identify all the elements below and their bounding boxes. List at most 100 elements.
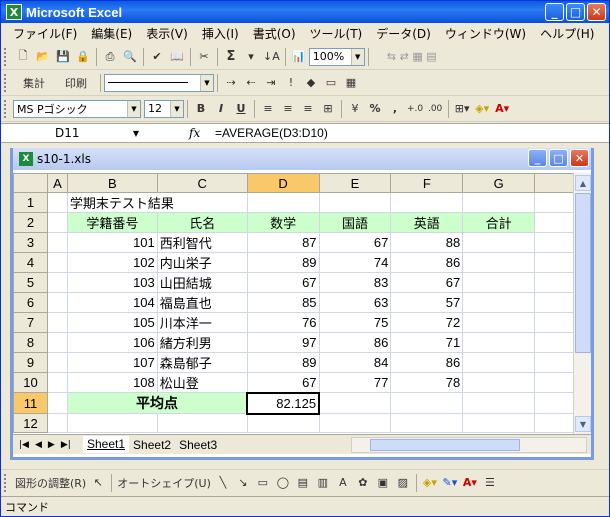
menu-insert[interactable]: 挿入(I) (196, 25, 247, 42)
column-header[interactable] (534, 173, 575, 193)
merge-center-icon[interactable]: ⊞ (318, 99, 338, 119)
font-color-icon[interactable]: A▾ (460, 473, 480, 493)
font-color-icon[interactable]: A▾ (492, 99, 512, 119)
student-name-cell[interactable]: 森島郁子 (156, 352, 248, 373)
column-header[interactable]: A (46, 173, 68, 193)
clipart-icon[interactable]: ▣ (373, 473, 393, 493)
math-score-cell[interactable]: 97 (246, 332, 320, 353)
student-id-cell[interactable]: 107 (66, 352, 158, 373)
cell[interactable] (462, 413, 536, 433)
cell[interactable] (390, 413, 464, 433)
maximize-button[interactable]: □ (566, 3, 585, 21)
total-cell[interactable] (462, 312, 536, 333)
cell[interactable] (534, 272, 575, 293)
close-button[interactable]: ✕ (587, 3, 606, 21)
toolbar-grip[interactable] (4, 73, 10, 92)
align-center-icon[interactable]: ≡ (278, 99, 298, 119)
scroll-thumb[interactable] (370, 439, 520, 451)
cell[interactable] (46, 352, 68, 373)
print-icon[interactable]: ⎙ (100, 47, 120, 67)
menu-window[interactable]: ウィンドウ(W) (439, 25, 534, 42)
toolbar-grip[interactable] (4, 99, 10, 118)
total-button[interactable]: 集計 (13, 73, 55, 93)
header-total[interactable]: 合計 (462, 212, 536, 233)
math-score-cell[interactable]: 87 (246, 232, 320, 253)
sort-ascending-icon[interactable]: ↓A (261, 47, 282, 67)
data-validation-icon[interactable]: ▦ (341, 73, 361, 93)
cell[interactable] (318, 192, 392, 213)
font-size-select[interactable]: 12 ▼ (144, 99, 184, 118)
student-name-cell[interactable]: 内山栄子 (156, 252, 248, 273)
research-icon[interactable]: 📖 (167, 47, 187, 67)
cell[interactable] (46, 212, 68, 233)
math-score-cell[interactable]: 67 (246, 372, 320, 393)
cell[interactable] (46, 232, 68, 253)
adjust-shape-button[interactable]: 図形の調整(R) (13, 473, 88, 493)
align-left-icon[interactable]: ≡ (258, 99, 278, 119)
scroll-down-icon[interactable]: ▼ (575, 416, 591, 432)
japanese-score-cell[interactable]: 86 (318, 332, 392, 353)
cell[interactable] (534, 332, 575, 353)
tab-sheet2[interactable]: Sheet2 (129, 436, 175, 453)
math-score-cell[interactable]: 89 (246, 352, 320, 373)
english-score-cell[interactable]: 78 (390, 372, 464, 393)
total-cell[interactable] (462, 272, 536, 293)
chevron-down-icon[interactable]: ▼ (350, 48, 364, 65)
cell[interactable] (46, 292, 68, 313)
cell[interactable] (66, 413, 158, 433)
underline-button[interactable]: U (231, 99, 251, 119)
trace-dependents-icon[interactable]: ⇠ (241, 73, 261, 93)
increase-decimal-button[interactable]: +.0 (405, 99, 425, 119)
cut-icon[interactable]: ✂ (194, 47, 214, 67)
select-all-button[interactable] (13, 173, 48, 193)
menu-file[interactable]: ファイル(F) (7, 25, 85, 42)
horizontal-scrollbar[interactable] (351, 437, 587, 453)
cell[interactable] (46, 272, 68, 293)
total-cell[interactable] (462, 252, 536, 273)
bold-button[interactable]: B (191, 99, 211, 119)
header-math[interactable]: 数学 (246, 212, 320, 233)
math-score-cell[interactable]: 89 (246, 252, 320, 273)
decrease-decimal-button[interactable]: .00 (425, 99, 445, 119)
workbook-icon[interactable]: X (19, 152, 33, 166)
cell[interactable] (46, 392, 68, 414)
english-score-cell[interactable]: 86 (390, 252, 464, 273)
cell[interactable] (46, 332, 68, 353)
next-sheet-icon[interactable]: ▶ (48, 440, 55, 450)
average-label[interactable]: 平均点 (66, 392, 248, 414)
menu-format[interactable]: 書式(O) (247, 25, 304, 42)
english-score-cell[interactable]: 67 (390, 272, 464, 293)
japanese-score-cell[interactable]: 84 (318, 352, 392, 373)
cell[interactable] (462, 392, 536, 414)
student-id-cell[interactable]: 103 (66, 272, 158, 293)
row-header[interactable]: 5 (13, 272, 48, 293)
line-style-select[interactable]: ▼ (104, 73, 214, 92)
student-name-cell[interactable]: 松山登 (156, 372, 248, 393)
english-score-cell[interactable]: 71 (390, 332, 464, 353)
english-score-cell[interactable]: 88 (390, 232, 464, 253)
column-header[interactable]: F (390, 173, 464, 193)
header-id[interactable]: 学籍番号 (66, 212, 158, 233)
row-header[interactable]: 4 (13, 252, 48, 273)
cell[interactable] (390, 192, 464, 213)
arrow-icon[interactable]: ↘ (233, 473, 253, 493)
column-header[interactable]: B (66, 173, 158, 193)
line-color-icon[interactable]: ✎▾ (440, 473, 460, 493)
row-header[interactable]: 10 (13, 372, 48, 393)
column-header[interactable]: E (318, 173, 392, 193)
comment-icon[interactable]: ▭ (321, 73, 341, 93)
excel-icon[interactable]: X (6, 4, 22, 20)
comma-button[interactable]: , (385, 99, 405, 119)
print-button[interactable]: 印刷 (55, 73, 97, 93)
row-header[interactable]: 1 (13, 192, 48, 213)
total-cell[interactable] (462, 292, 536, 313)
cell[interactable] (46, 372, 68, 393)
scroll-thumb[interactable] (575, 193, 591, 353)
japanese-score-cell[interactable]: 63 (318, 292, 392, 313)
student-id-cell[interactable]: 106 (66, 332, 158, 353)
sheet-title[interactable]: 学期末テスト結果 (66, 192, 248, 213)
menu-view[interactable]: 表示(V) (140, 25, 196, 42)
student-id-cell[interactable]: 104 (66, 292, 158, 313)
prev-sheet-icon[interactable]: ◀ (35, 440, 42, 450)
student-id-cell[interactable]: 105 (66, 312, 158, 333)
